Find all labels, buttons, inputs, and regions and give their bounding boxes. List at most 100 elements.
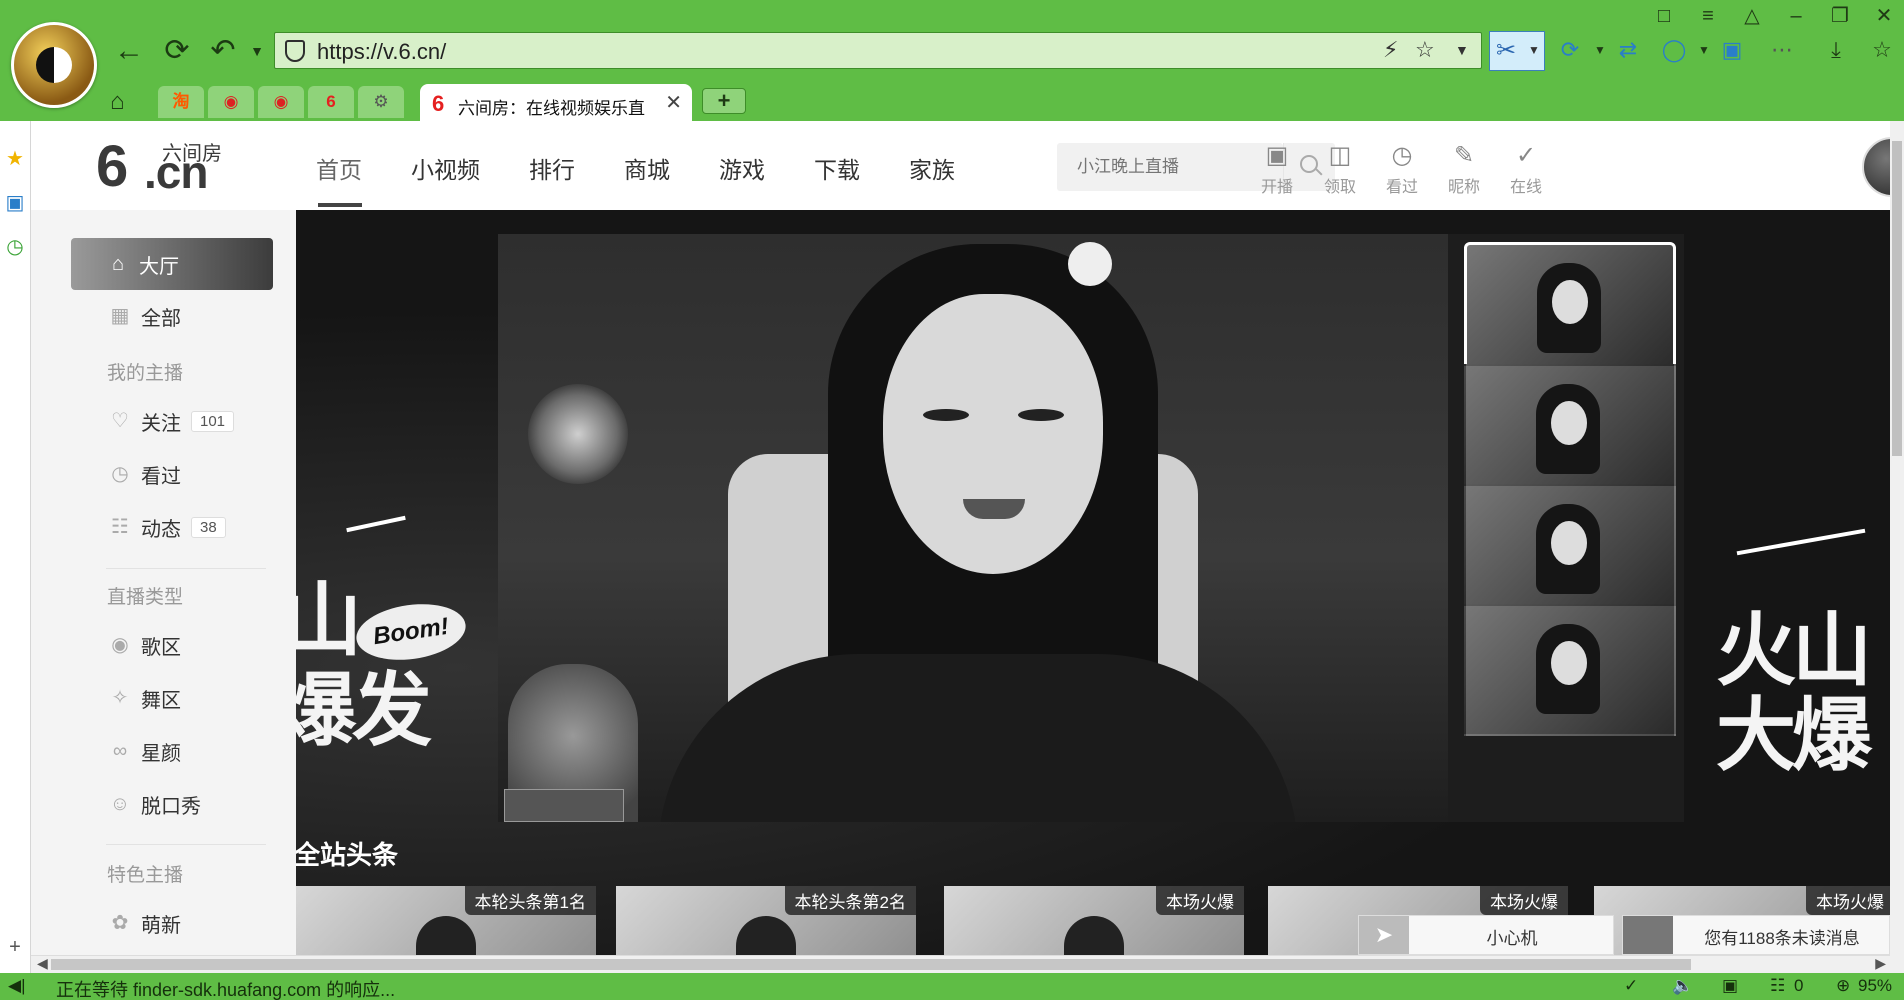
tab-taobao[interactable]: 淘 — [158, 86, 204, 118]
main-live-video[interactable] — [498, 234, 1448, 822]
sidebar-item-all[interactable]: ▦ 全部 — [109, 301, 181, 331]
sidebar-item-watched[interactable]: ◷ 看过 — [109, 459, 181, 489]
claim-button[interactable]: ◫ 领取 — [1316, 141, 1364, 197]
sync-icon[interactable]: ⟳ — [1554, 34, 1586, 66]
sidebar-item-talkshow[interactable]: ☺ 脱口秀 — [109, 789, 201, 819]
counter-icon[interactable]: ☷ — [1770, 976, 1785, 996]
scissors-icon: ✂ — [1496, 37, 1517, 64]
nav-mall[interactable]: 商城 — [624, 151, 670, 191]
feed-count-badge: 38 — [191, 516, 226, 538]
pip-preview[interactable] — [504, 789, 624, 822]
tab-weibo[interactable]: ◉ — [208, 86, 254, 118]
nav-home[interactable]: 首页 — [316, 151, 362, 207]
nav-games[interactable]: 游戏 — [719, 151, 765, 191]
nav-short-video[interactable]: 小视频 — [411, 151, 480, 191]
zoom-level[interactable]: 95% — [1858, 976, 1892, 996]
close-icon[interactable]: ✕ — [1866, 2, 1902, 30]
menu-icon[interactable]: ≡ — [1690, 2, 1726, 30]
sidebar-item-hall[interactable]: ⌂ 大厅 — [107, 249, 179, 279]
ie-icon[interactable]: ◯ — [1658, 34, 1690, 66]
online-status-button[interactable]: ✓ 在线 — [1502, 141, 1550, 197]
chevron-down-icon: ▼ — [1528, 43, 1540, 57]
zoom-icon[interactable]: ⊕ — [1836, 976, 1850, 996]
history-clock-icon[interactable]: ◷ — [3, 235, 27, 259]
nav-family[interactable]: 家族 — [909, 151, 955, 191]
search-input[interactable] — [1057, 143, 1275, 191]
history-button[interactable]: ◷ 看过 — [1378, 141, 1426, 197]
minimize-icon[interactable]: – — [1778, 2, 1814, 30]
check-circle-icon: ✓ — [1515, 142, 1537, 169]
download-icon[interactable]: ⤓ — [1820, 34, 1852, 66]
left-art-line1: 山 — [296, 576, 362, 665]
yin-yang-icon — [36, 47, 72, 83]
reader-icon[interactable]: ▣ — [3, 191, 27, 215]
nav-ranking[interactable]: 排行 — [529, 151, 575, 191]
paper-plane-icon: ➤ — [1359, 916, 1409, 954]
anchor-thumbnail[interactable] — [1464, 604, 1676, 736]
network-icon[interactable]: ▣ — [1722, 976, 1738, 996]
logo-cn: .cn — [144, 146, 208, 198]
favorites-star-icon[interactable]: ☆ — [1866, 34, 1898, 66]
shield-check-icon[interactable]: ✓ — [1624, 976, 1638, 996]
tab-close-icon[interactable]: ✕ — [665, 90, 682, 115]
shirt-icon[interactable]: △ — [1734, 2, 1770, 30]
sidebar-toggle-icon[interactable]: ◀| — [8, 976, 26, 996]
scroll-right-icon[interactable]: ▶ — [1875, 955, 1886, 972]
screenshot-tool-button[interactable]: ✂ ▼ — [1489, 31, 1545, 71]
new-tab-button[interactable]: + — [702, 88, 746, 114]
content-sidebar: ⌂ 大厅 ▦ 全部 我的主播 ♡ 关注 101 ◷ 看过 ☷ 动态 38 直播类… — [31, 210, 296, 973]
sidebar-item-follow[interactable]: ♡ 关注 101 — [109, 406, 235, 436]
unread-messages-tab[interactable]: 您有1188条未读消息 — [1622, 915, 1890, 955]
anchor-thumbnail[interactable] — [1464, 364, 1676, 496]
undo-dropdown-icon[interactable]: ▼ — [240, 34, 274, 68]
clock-icon: ◷ — [111, 463, 129, 485]
refresh-icon[interactable]: ⟳ — [160, 34, 194, 68]
online-label: 在线 — [1509, 179, 1542, 196]
sidebar-item-dance[interactable]: ✧ 舞区 — [109, 683, 181, 713]
address-bar[interactable]: https://v.6.cn/ ⚡ ☆ ▼ — [274, 32, 1482, 69]
tab-settings[interactable]: ⚙ — [358, 86, 404, 118]
add-panel-icon[interactable]: + — [3, 935, 27, 959]
favorites-star-icon[interactable]: ★ — [3, 147, 27, 171]
tab-six[interactable]: 6 — [308, 86, 354, 118]
live-banner: 山 爆发 Boom! 火山 大爆 全站头条 本轮头条第1名 本轮头条第2名 本场… — [296, 210, 1890, 973]
anchor-thumbnail[interactable] — [1464, 484, 1676, 616]
browser-logo[interactable] — [11, 22, 97, 108]
browser-chrome: ← ⟳ ↶ ▼ https://v.6.cn/ ⚡ ☆ ▼ ✂ ▼ ⟳ ▼ ⇄ … — [0, 0, 1904, 121]
home-icon[interactable]: ⌂ — [110, 88, 125, 116]
url-text[interactable]: https://v.6.cn/ — [317, 39, 446, 65]
nav-download[interactable]: 下载 — [814, 151, 860, 191]
translate-icon[interactable]: ⇄ — [1612, 34, 1644, 66]
sidebar-item-singing[interactable]: ◉ 歌区 — [109, 630, 181, 660]
horizontal-scroll-thumb[interactable] — [51, 959, 1691, 970]
vertical-scroll-thumb[interactable] — [1892, 141, 1902, 456]
lightning-icon[interactable]: ⚡ — [1383, 37, 1398, 63]
sidebar-item-newbie[interactable]: ✿ 萌新 — [109, 908, 181, 938]
mute-icon[interactable]: 🔈 — [1672, 976, 1693, 996]
scroll-left-icon[interactable]: ◀ — [37, 955, 48, 972]
bookmark-star-icon[interactable]: ☆ — [1415, 37, 1435, 63]
restore-icon[interactable]: ❐ — [1822, 2, 1858, 30]
weibo-icon: ◉ — [273, 92, 289, 111]
sidebar-item-beauty[interactable]: ∞ 星颜 — [109, 736, 181, 766]
little-heart-chat-tab[interactable]: ➤ 小心机 — [1358, 915, 1614, 955]
horizontal-scrollbar[interactable]: ◀ ▶ — [31, 955, 1890, 973]
skin-window-icon[interactable]: □ — [1646, 2, 1682, 30]
site-header: 6 六间房 .cn 首页 小视频 排行 商城 游戏 下载 家族 ▣ 开播 ◫ 领… — [31, 121, 1904, 210]
tab-weibo-2[interactable]: ◉ — [258, 86, 304, 118]
more-icon[interactable]: ⋯ — [1766, 34, 1798, 66]
smile-icon: ☺ — [109, 793, 131, 815]
tablet-icon[interactable]: ▣ — [1716, 34, 1748, 66]
site-logo[interactable]: 6 六间房 .cn — [96, 137, 246, 197]
back-icon[interactable]: ← — [112, 34, 146, 68]
camera-icon: ▣ — [1265, 142, 1289, 169]
sidebar-item-label: 舞区 — [141, 689, 181, 712]
tab-active[interactable]: 6 六间房：在线视频娱乐直 ✕ — [420, 84, 692, 121]
anchor-thumbnail[interactable] — [1464, 242, 1676, 374]
vertical-scrollbar[interactable] — [1890, 121, 1904, 973]
undo-icon[interactable]: ↶ — [206, 34, 240, 68]
address-dropdown-icon[interactable]: ▼ — [1455, 42, 1469, 58]
nickname-button[interactable]: ✎ 昵称 — [1440, 141, 1488, 197]
sidebar-item-feed[interactable]: ☷ 动态 38 — [109, 512, 226, 542]
go-live-button[interactable]: ▣ 开播 — [1253, 141, 1301, 197]
